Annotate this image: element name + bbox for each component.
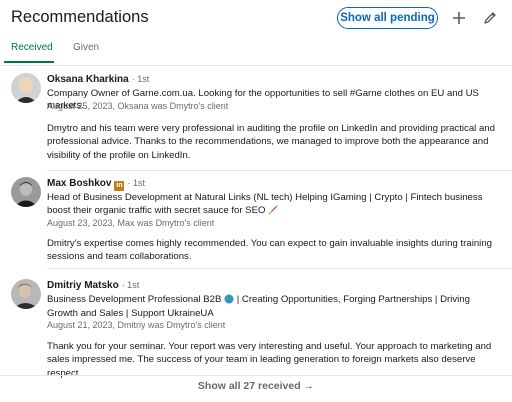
- recommender-name[interactable]: Oksana Kharkina: [47, 74, 129, 85]
- recommendation-text: Dmitry's expertise comes highly recommen…: [47, 238, 492, 263]
- plus-icon: [453, 12, 465, 24]
- name-line: Oksana Kharkina · 1st: [47, 74, 149, 85]
- show-all-pending-button[interactable]: Show all pending: [337, 7, 438, 29]
- active-tab-indicator: [4, 61, 54, 63]
- recommendation-meta: August 21, 2023, Dmitriy was Dmytro's cl…: [47, 320, 226, 330]
- linkedin-premium-icon: in: [114, 181, 125, 191]
- avatar[interactable]: [11, 279, 41, 309]
- recommendation-meta: August 25, 2023, Oksana was Dmytro's cli…: [47, 101, 229, 111]
- item-divider: [47, 268, 512, 269]
- name-line: Max Boshkov in · 1st: [47, 178, 145, 191]
- connection-degree: · 1st: [121, 280, 140, 290]
- recommendation-item: Oksana Kharkina · 1st Company Owner of Ga…: [0, 66, 512, 170]
- add-recommendation-button[interactable]: [448, 7, 470, 29]
- recommendation-meta: August 23, 2023, Max was Dmytro's client: [47, 218, 215, 228]
- footer-divider: [0, 375, 512, 376]
- connection-degree: · 1st: [127, 178, 145, 188]
- recommendation-item: Dmitriy Matsko · 1st Business Development…: [0, 270, 512, 379]
- recommender-headline: Head of Business Development at Natural …: [47, 192, 502, 219]
- recommendation-tabs: Received Given: [0, 38, 512, 65]
- avatar[interactable]: [11, 73, 41, 103]
- recommender-name[interactable]: Dmitriy Matsko: [47, 280, 119, 291]
- rocket-icon: [268, 204, 279, 219]
- name-line: Dmitriy Matsko · 1st: [47, 280, 139, 291]
- globe-icon: [224, 294, 234, 308]
- recommendations-card: Recommendations Show all pending Receive…: [0, 0, 512, 402]
- headline-text: Head of Business Development at Natural …: [47, 192, 483, 216]
- recommender-name[interactable]: Max Boshkov: [47, 178, 111, 189]
- show-all-received-link[interactable]: Show all 27 received →: [0, 380, 512, 392]
- recommendation-text: Dmytro and his team were very profession…: [47, 123, 495, 161]
- section-title: Recommendations: [11, 8, 149, 26]
- edit-recommendations-button[interactable]: [479, 7, 501, 29]
- item-divider: [47, 170, 512, 171]
- tab-received[interactable]: Received: [11, 42, 53, 53]
- headline-text-a: Business Development Professional B2B: [47, 294, 222, 305]
- tab-given[interactable]: Given: [73, 42, 99, 53]
- pencil-icon: [484, 12, 496, 24]
- connection-degree: · 1st: [131, 74, 150, 84]
- avatar[interactable]: [11, 177, 41, 207]
- card-header: Recommendations Show all pending: [0, 0, 512, 36]
- recommender-headline: Business Development Professional B2B | …: [47, 294, 502, 320]
- recommendation-item: Max Boshkov in · 1st Head of Business Deve…: [0, 172, 512, 268]
